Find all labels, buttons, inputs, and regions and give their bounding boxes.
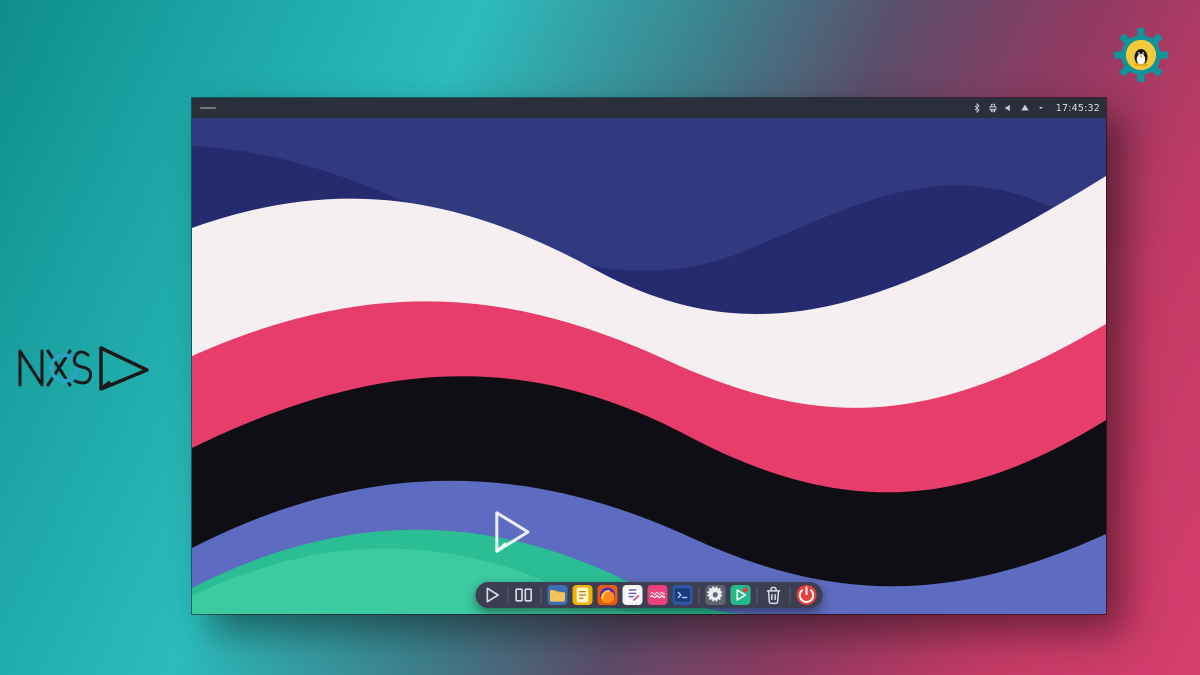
dock: [476, 582, 823, 608]
nitrux-icon: [731, 347, 751, 614]
top-panel: 17:45:32: [192, 98, 1106, 118]
dock-separator: [541, 587, 542, 603]
site-badge: [1114, 28, 1168, 82]
dock-nx-software[interactable]: [731, 585, 751, 605]
music-icon: [648, 347, 668, 614]
nxos-logo: [12, 332, 162, 404]
dock-music[interactable]: [648, 585, 668, 605]
bluetooth-icon[interactable]: [972, 103, 982, 113]
note-icon: [623, 347, 643, 614]
dock-text-editor[interactable]: [573, 585, 593, 605]
network-icon[interactable]: [1020, 103, 1030, 113]
dock-settings[interactable]: [706, 585, 726, 605]
desktop-screenshot: 17:45:32: [192, 98, 1106, 614]
volume-icon[interactable]: [1004, 103, 1014, 113]
dock-separator: [790, 587, 791, 603]
power-icon: [797, 347, 817, 614]
dock-separator: [508, 587, 509, 603]
document-icon: [573, 347, 593, 614]
dock-firefox[interactable]: [598, 585, 618, 605]
chevron-down-icon[interactable]: [1036, 103, 1046, 113]
panel-left-handle: [200, 107, 216, 109]
gear-penguin-icon: [1114, 28, 1168, 82]
dock-start-menu[interactable]: [482, 585, 502, 605]
workspaces-icon: [515, 347, 535, 614]
dock-workspaces[interactable]: [515, 585, 535, 605]
dock-terminal[interactable]: [673, 585, 693, 605]
printer-icon[interactable]: [988, 103, 998, 113]
system-tray[interactable]: 17:45:32: [972, 103, 1100, 114]
trash-icon: [764, 347, 784, 614]
terminal-icon: [673, 347, 693, 614]
clock[interactable]: 17:45:32: [1056, 103, 1100, 114]
play-triangle-icon: [482, 347, 502, 614]
dock-notes[interactable]: [623, 585, 643, 605]
gear-icon: [706, 347, 726, 614]
dock-power[interactable]: [797, 585, 817, 605]
dock-separator: [757, 587, 758, 603]
firefox-icon: [598, 347, 618, 614]
wallpaper: [192, 118, 1106, 614]
folder-icon: [548, 347, 568, 614]
dock-file-manager[interactable]: [548, 585, 568, 605]
dock-separator: [699, 587, 700, 603]
dock-trash[interactable]: [764, 585, 784, 605]
